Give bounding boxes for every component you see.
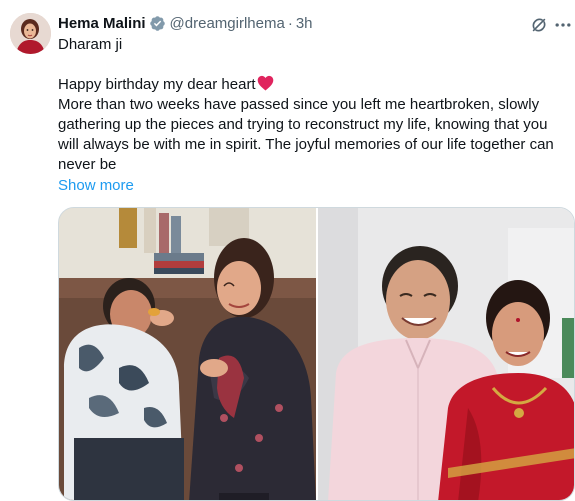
- media-photo-left[interactable]: [59, 208, 316, 500]
- couple-portrait-photo: [318, 208, 574, 500]
- show-more-link[interactable]: Show more: [58, 177, 134, 194]
- couple-sharing-sweet-photo: [59, 208, 316, 500]
- tweet-text-line-5: gathering up the pieces and trying to re…: [58, 116, 548, 133]
- tweet-text-line-1: Dharam ji: [58, 36, 123, 53]
- more-options-icon[interactable]: [553, 15, 573, 35]
- tweet-text-line-3: Happy birthday my dear heart: [58, 75, 573, 97]
- tweet-media: [58, 207, 575, 501]
- media-photo-right[interactable]: [318, 208, 574, 500]
- author-handle[interactable]: @dreamgirlhema: [170, 15, 285, 32]
- tweet-header: Hema Malini @dreamgirlhema · 3h: [58, 13, 313, 33]
- tweet-time[interactable]: 3h: [296, 15, 313, 32]
- tweet-text-birthday: Happy birthday my dear heart: [58, 76, 256, 93]
- verified-badge-icon: [149, 15, 166, 32]
- grok-icon[interactable]: [529, 15, 549, 35]
- author-avatar[interactable]: [10, 13, 51, 54]
- author-name[interactable]: Hema Malini: [58, 15, 146, 32]
- avatar-image: [10, 13, 51, 54]
- tweet-text-line-6: will always be with me in spirit. The jo…: [58, 136, 554, 153]
- red-heart-icon: [257, 75, 274, 97]
- tweet-text-line-4: More than two weeks have passed since yo…: [58, 96, 540, 113]
- tweet-text-line-7: never be: [58, 156, 117, 173]
- separator-dot: ·: [287, 14, 293, 32]
